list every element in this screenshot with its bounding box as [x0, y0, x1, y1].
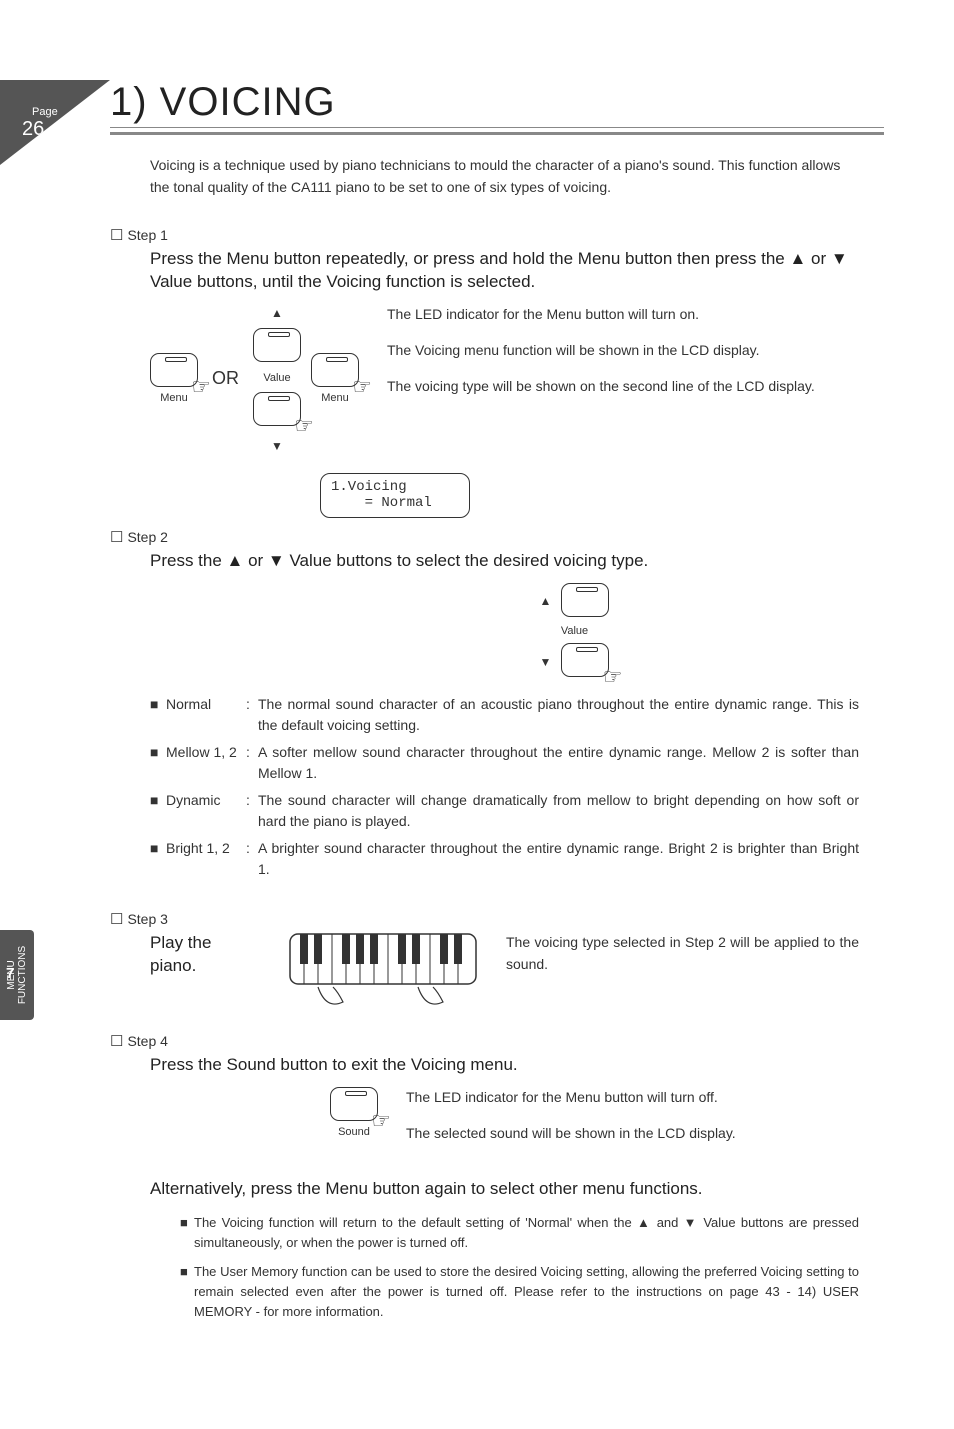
voicing-type-list: ■ Normal : The normal sound character of… [150, 694, 859, 880]
step1-heading: ☐Step 1 [110, 226, 859, 244]
page-corner: Page 26 [0, 80, 110, 165]
list-item: ■ Bright 1, 2 : A brighter sound charact… [150, 838, 859, 880]
step1-instruction: Press the Menu button repeatedly, or pre… [150, 248, 859, 294]
value-down-button-icon: ☞ [561, 643, 609, 677]
page-number: 26 [22, 118, 44, 141]
step4-note2: The selected sound will be shown in the … [406, 1123, 859, 1145]
step4-diagram: ☞ Sound [330, 1087, 378, 1138]
down-arrow-icon [540, 653, 552, 669]
step3-instruction: Play the piano. [150, 932, 260, 978]
list-item: ■ The User Memory function can be used t… [180, 1262, 859, 1322]
menu-button-label: Menu [160, 392, 188, 404]
step2-heading: ☐Step 2 [110, 528, 859, 546]
value-down-button-icon: ☞ [253, 392, 301, 426]
list-item: ■ Normal : The normal sound character of… [150, 694, 859, 736]
step1-note2: The Voicing menu function will be shown … [387, 340, 859, 362]
lcd-display: 1.Voicing = Normal [320, 473, 470, 518]
list-item: ■ Mellow 1, 2 : A softer mellow sound ch… [150, 742, 859, 784]
step4-heading: ☐Step 4 [110, 1032, 859, 1050]
hand-icon: ☞ [352, 374, 372, 400]
section-name: MENUFUNCTIONS [6, 946, 28, 1004]
step2-diagram: Value ☞ [290, 583, 859, 680]
value-up-button-icon [561, 583, 609, 617]
step4-note1: The LED indicator for the Menu button wi… [406, 1087, 859, 1109]
alternative-instruction: Alternatively, press the Menu button aga… [150, 1178, 859, 1201]
sound-button-label: Sound [338, 1126, 370, 1138]
hand-icon: ☞ [191, 374, 211, 400]
hand-icon: ☞ [294, 413, 314, 439]
lcd-line1: 1.Voicing [331, 480, 459, 495]
page-label: Page [32, 106, 58, 118]
hand-icon: ☞ [603, 664, 623, 690]
keyboard-icon [288, 932, 478, 1012]
menu-button-label-2: Menu [321, 392, 349, 404]
hand-icon: ☞ [371, 1108, 391, 1134]
value-label: Value [263, 372, 290, 384]
step4-instruction: Press the Sound button to exit the Voici… [150, 1054, 859, 1077]
value-up-button-icon [253, 328, 301, 362]
up-arrow-icon [540, 592, 552, 608]
menu-button-icon-2: ☞ [311, 353, 359, 387]
step3-note: The voicing type selected in Step 2 will… [506, 932, 859, 975]
or-text: OR [212, 368, 239, 389]
step3-heading: ☐Step 3 [110, 910, 859, 928]
footnotes: ■ The Voicing function will return to th… [180, 1213, 859, 1322]
step2-instruction: Press the ▲ or ▼ Value buttons to select… [150, 550, 859, 573]
value-label: Value [561, 625, 588, 637]
sound-button-icon: ☞ [330, 1087, 378, 1121]
intro-text: Voicing is a technique used by piano tec… [150, 155, 859, 198]
step1-diagram: ☞ Menu OR Value ☞ [150, 304, 359, 453]
list-item: ■ Dynamic : The sound character will cha… [150, 790, 859, 832]
step1-note1: The LED indicator for the Menu button wi… [387, 304, 859, 326]
page-title: 1) VOICING [110, 80, 884, 125]
title-underline: 1) VOICING [110, 80, 884, 135]
lcd-line2: = Normal [331, 496, 459, 511]
list-item: ■ The Voicing function will return to th… [180, 1213, 859, 1253]
up-arrow-icon [271, 304, 283, 320]
step1-note3: The voicing type will be shown on the se… [387, 376, 859, 398]
down-arrow-icon [271, 437, 283, 453]
menu-button-icon: ☞ [150, 353, 198, 387]
section-side-tab: 7 MENUFUNCTIONS [0, 930, 34, 1020]
